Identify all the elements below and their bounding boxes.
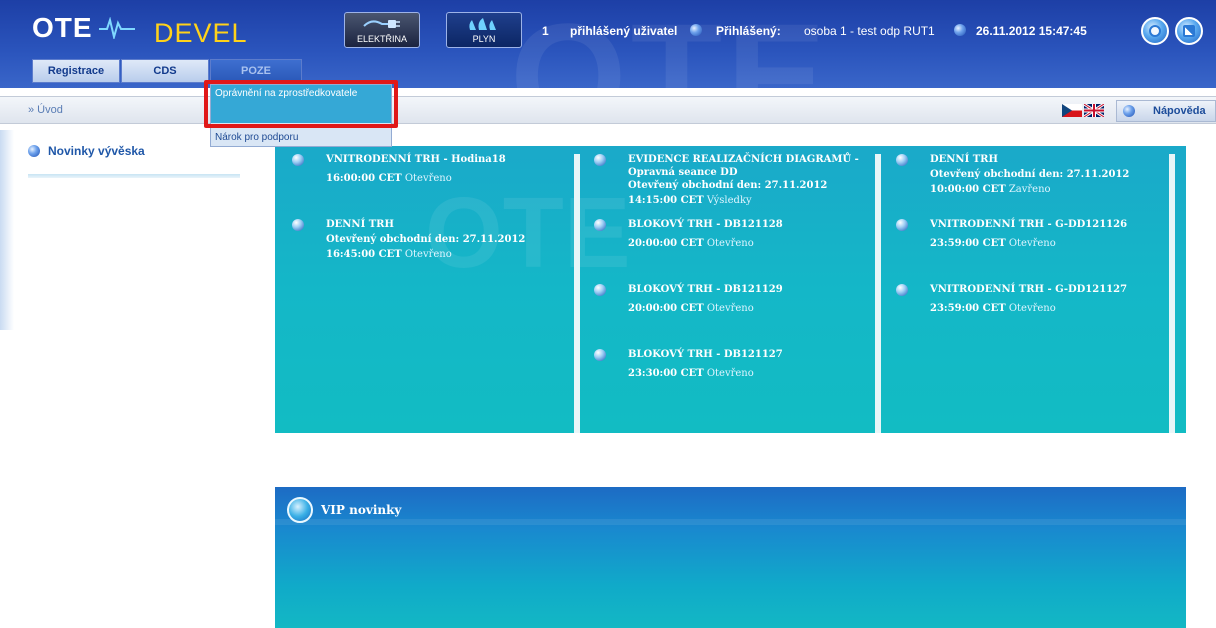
- uk-flag-icon[interactable]: [1084, 104, 1104, 117]
- gas-label: PLYN: [472, 34, 496, 44]
- news-trading-day: Otevřený obchodní den: 27.11.2012: [326, 234, 526, 245]
- bullet-icon: [292, 219, 304, 231]
- breadcrumb[interactable]: » Úvod: [28, 104, 63, 116]
- pulse-icon: [98, 17, 135, 39]
- switch-icon: [1183, 25, 1195, 37]
- bullet-icon: [594, 284, 606, 296]
- news-time: 16:00:00 CET: [326, 173, 402, 184]
- gas-button[interactable]: PLYN: [446, 12, 522, 48]
- sidebar: Novinky vývěska: [28, 144, 242, 178]
- tab-cds[interactable]: CDS: [121, 59, 209, 83]
- bullet-icon: [594, 219, 606, 231]
- news-board-icon: [28, 145, 40, 157]
- bullet-icon: [896, 284, 908, 296]
- help-button[interactable]: Nápověda: [1116, 100, 1216, 122]
- news-title: VNITRODENNÍ TRH - G-DD121126: [930, 219, 1128, 230]
- environment-label: DEVEL: [154, 18, 248, 48]
- news-item[interactable]: VNITRODENNÍ TRH - G-DD121127 23:59:00 CE…: [896, 282, 1160, 316]
- news-status: Zavřeno: [1008, 184, 1051, 195]
- logged-users-label[interactable]: přihlášený uživatel: [570, 24, 677, 38]
- news-trading-day: Otevřený obchodní den: 27.11.2012: [930, 169, 1130, 180]
- electricity-label: ELEKTŘINA: [356, 34, 407, 44]
- news-status: Otevřeno: [706, 238, 754, 249]
- news-item[interactable]: VNITRODENNÍ TRH - Hodina18 16:00:00 CET …: [292, 152, 566, 186]
- news-panel: OTE VNITRODENNÍ TRH - Hodina18 16:00:00 …: [275, 146, 1186, 433]
- vip-header: VIP novinky: [287, 497, 401, 523]
- czech-flag-icon[interactable]: [1062, 104, 1082, 117]
- tab-registrace[interactable]: Registrace: [32, 59, 120, 83]
- news-item[interactable]: DENNÍ TRH Otevřený obchodní den: 27.11.2…: [896, 152, 1160, 197]
- column-divider: [574, 154, 580, 433]
- sidebar-divider: [28, 174, 240, 178]
- news-time: 10:00:00 CET: [930, 184, 1006, 195]
- help-label: Nápověda: [1153, 105, 1206, 117]
- news-time: 23:59:00 CET: [930, 303, 1006, 314]
- ote-logo[interactable]: OTE: [32, 12, 135, 44]
- news-title: EVIDENCE REALIZAČNÍCH DIAGRAMŮ -: [628, 154, 859, 165]
- news-item[interactable]: DENNÍ TRH Otevřený obchodní den: 27.11.2…: [292, 217, 566, 262]
- news-time: 16:45:00 CET: [326, 249, 402, 260]
- news-time: 20:00:00 CET: [628, 303, 704, 314]
- electricity-button[interactable]: ELEKTŘINA: [344, 12, 420, 48]
- bullet-icon: [292, 154, 304, 166]
- page: OTE OTE DEVEL ELEKTŘINA PLYN 1 přihlášen…: [0, 0, 1216, 628]
- logged-users-count: 1: [542, 24, 549, 38]
- datetime: 26.11.2012 15:47:45: [976, 24, 1087, 38]
- news-item[interactable]: BLOKOVÝ TRH - DB121128 20:00:00 CET Otev…: [594, 217, 868, 251]
- news-status: Otevřeno: [1008, 238, 1056, 249]
- news-title: VNITRODENNÍ TRH - G-DD121127: [930, 284, 1128, 295]
- users-info-icon[interactable]: [690, 24, 702, 36]
- news-title: BLOKOVÝ TRH - DB121129: [628, 284, 783, 295]
- logged-in-label: Přihlášený:: [716, 24, 781, 38]
- news-item[interactable]: BLOKOVÝ TRH - DB121129 20:00:00 CET Otev…: [594, 282, 868, 316]
- column-divider: [1169, 154, 1175, 433]
- sidebar-title: Novinky vývěska: [48, 144, 145, 158]
- vip-panel: VIP novinky: [275, 487, 1186, 628]
- news-status: Výsledky: [706, 195, 752, 206]
- user-name: osoba 1 - test odp RUT1: [804, 24, 935, 38]
- news-time: 23:30:00 CET: [628, 368, 704, 379]
- news-item[interactable]: EVIDENCE REALIZAČNÍCH DIAGRAMŮ - Opravná…: [594, 152, 868, 208]
- news-status: Otevřeno: [706, 303, 754, 314]
- bullet-icon: [594, 154, 606, 166]
- news-trading-day: Otevřený obchodní den: 27.11.2012: [628, 180, 828, 191]
- plug-icon: [363, 20, 400, 28]
- news-status: Otevřeno: [404, 173, 452, 184]
- chat-icon: [1149, 25, 1161, 37]
- bullet-icon: [594, 349, 606, 361]
- user-info-icon[interactable]: [954, 24, 966, 36]
- column-divider: [875, 154, 881, 433]
- chat-button[interactable]: [1141, 17, 1169, 45]
- news-title: DENNÍ TRH: [326, 219, 394, 230]
- news-title: DENNÍ TRH: [930, 154, 998, 165]
- flame-icon: [469, 18, 496, 30]
- news-subtitle: Opravná seance DD: [628, 167, 738, 178]
- news-status: Otevřeno: [706, 368, 754, 379]
- logo-text: OTE: [32, 12, 93, 43]
- vip-header-band: [275, 519, 1186, 525]
- bullet-icon: [896, 154, 908, 166]
- news-time: 20:00:00 CET: [628, 238, 704, 249]
- breadcrumb-bar: » Úvod: [0, 96, 1216, 124]
- news-status: Otevřeno: [404, 249, 452, 260]
- news-title: BLOKOVÝ TRH - DB121128: [628, 219, 783, 230]
- bullet-icon: [896, 219, 908, 231]
- highlight-box: [204, 80, 398, 128]
- sidebar-stripe: [0, 130, 14, 330]
- vip-title: VIP novinky: [321, 503, 402, 517]
- news-time: 23:59:00 CET: [930, 238, 1006, 249]
- help-icon: [1123, 105, 1135, 117]
- news-title: VNITRODENNÍ TRH - Hodina18: [326, 154, 506, 165]
- menu-item-support-claim[interactable]: Nárok pro podporu: [211, 129, 391, 146]
- news-item[interactable]: VNITRODENNÍ TRH - G-DD121126 23:59:00 CE…: [896, 217, 1160, 251]
- speech-bubble-icon: [287, 497, 313, 523]
- news-item[interactable]: BLOKOVÝ TRH - DB121127 23:30:00 CET Otev…: [594, 347, 868, 381]
- switch-view-button[interactable]: [1175, 17, 1203, 45]
- news-title: BLOKOVÝ TRH - DB121127: [628, 349, 783, 360]
- news-time: 14:15:00 CET: [628, 195, 704, 206]
- news-status: Otevřeno: [1008, 303, 1056, 314]
